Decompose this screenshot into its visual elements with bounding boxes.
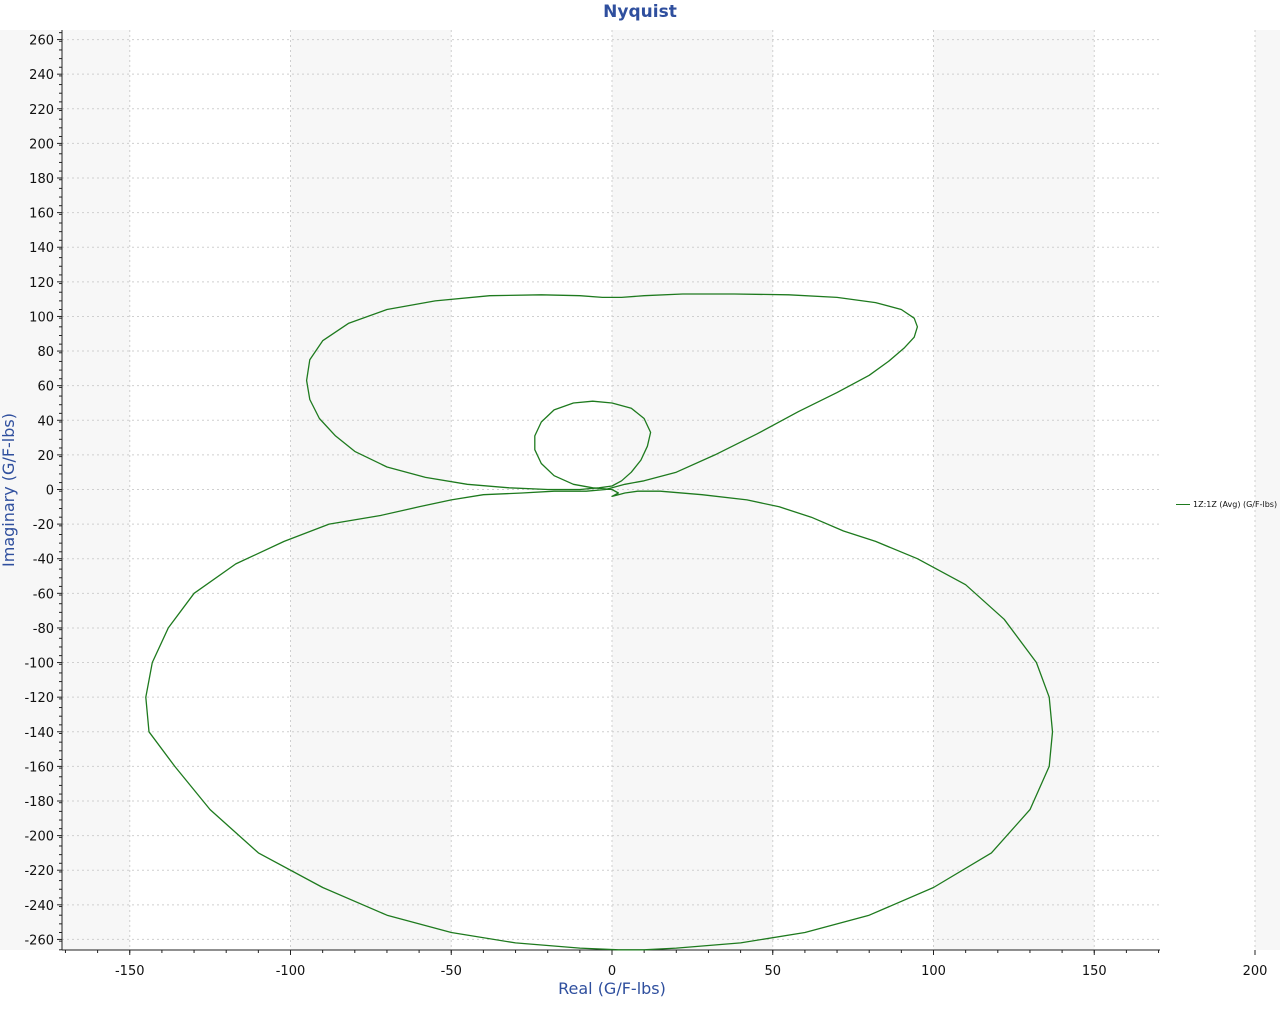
y-tick-label: 40	[37, 414, 54, 429]
y-tick-label: 180	[29, 172, 54, 187]
y-tick-label: -180	[24, 795, 54, 810]
y-tick-label: -200	[24, 830, 54, 845]
y-tick-label: 20	[37, 449, 54, 464]
y-tick-label: 200	[29, 137, 54, 152]
x-tick-label: 150	[1082, 964, 1107, 979]
x-tick-label: -100	[276, 964, 306, 979]
y-tick-label: 160	[29, 207, 54, 222]
y-tick-label: 80	[37, 345, 54, 360]
x-axis-ticks: -300-250-200-150-100-5005010015020025030…	[64, 950, 1268, 979]
y-tick-label: -60	[33, 587, 54, 602]
y-tick-label: 220	[29, 103, 54, 118]
nyquist-plot: -300-250-200-150-100-5005010015020025030…	[0, 30, 1280, 998]
y-tick-label: -140	[24, 726, 54, 741]
y-tick-label: 0	[46, 484, 54, 499]
y-tick-label: -160	[24, 760, 54, 775]
y-tick-label: -220	[24, 864, 54, 879]
y-tick-label: 100	[29, 310, 54, 325]
y-tick-label: 260	[29, 34, 54, 49]
series-line-0	[145, 293, 1054, 951]
y-tick-label: -20	[33, 518, 54, 533]
x-tick-label: 100	[921, 964, 946, 979]
x-tick-label: 50	[764, 964, 781, 979]
y-tick-label: 120	[29, 276, 54, 291]
y-tick-label: -260	[24, 933, 54, 948]
legend: 1Z:1Z (Avg) (G/F-lbs)	[1176, 500, 1277, 509]
y-tick-label: -240	[24, 899, 54, 914]
x-tick-label: -50	[441, 964, 462, 979]
series-layer	[145, 293, 1054, 951]
plot-band	[0, 30, 130, 950]
y-tick-label: -100	[24, 657, 54, 672]
x-tick-label: 0	[608, 964, 616, 979]
y-tick-label: 140	[29, 241, 54, 256]
x-tick-label: 200	[1243, 964, 1268, 979]
y-tick-label: 60	[37, 380, 54, 395]
y-tick-label: -120	[24, 691, 54, 706]
legend-swatch	[1176, 504, 1190, 505]
x-axis-title: Real (G/F-lbs)	[558, 979, 666, 998]
y-tick-label: -80	[33, 622, 54, 637]
y-axis-title: Imaginary (G/F-lbs)	[0, 413, 18, 567]
legend-label: 1Z:1Z (Avg) (G/F-lbs)	[1193, 500, 1278, 509]
y-tick-label: 240	[29, 68, 54, 83]
x-tick-label: -150	[115, 964, 145, 979]
y-tick-label: -40	[33, 553, 54, 568]
plot-band	[1255, 30, 1280, 950]
